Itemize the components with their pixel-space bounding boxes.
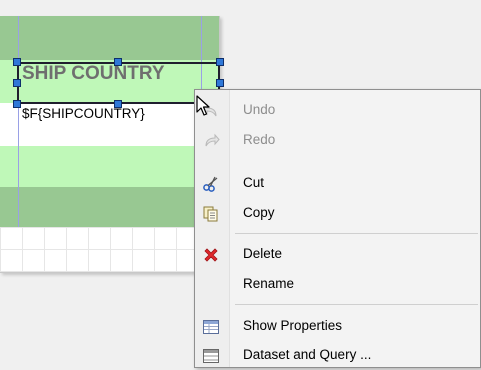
rename-label: Rename <box>243 276 295 291</box>
redo-label: Redo <box>243 132 276 147</box>
dataset-query-label: Dataset and Query ... <box>243 347 372 362</box>
title-band[interactable] <box>0 16 219 60</box>
delete-x-icon <box>202 246 220 264</box>
menu-item-dataset-query[interactable]: Dataset and Query ... <box>195 342 480 370</box>
resize-handle-middle-right[interactable] <box>216 79 224 87</box>
scissors-icon <box>202 175 220 193</box>
menu-item-copy[interactable]: Copy <box>195 200 480 228</box>
footer-band[interactable] <box>0 187 219 227</box>
resize-handle-top-middle[interactable] <box>114 58 122 66</box>
undo-label: Undo <box>243 102 276 117</box>
resize-handle-bottom-middle[interactable] <box>114 100 122 108</box>
cut-label: Cut <box>243 175 265 190</box>
menu-item-cut[interactable]: Cut <box>195 170 480 198</box>
resize-handle-top-left[interactable] <box>13 58 21 66</box>
menu-item-rename[interactable]: Rename <box>195 271 480 299</box>
resize-handle-top-right[interactable] <box>216 58 224 66</box>
resize-handle-bottom-left[interactable] <box>13 100 21 108</box>
menu-item-delete[interactable]: Delete <box>195 241 480 269</box>
ship-country-field[interactable]: $F{SHIPCOUNTRY} <box>22 106 145 121</box>
menu-separator <box>235 304 478 305</box>
left-margin-guide <box>18 16 19 227</box>
redo-icon <box>202 132 220 150</box>
dataset-icon <box>202 347 220 365</box>
context-menu: Undo Redo Cut Copy Delete Rename Show Pr… <box>194 89 481 368</box>
selection-rectangle <box>17 62 220 104</box>
menu-item-undo[interactable]: Undo <box>195 97 480 125</box>
report-page[interactable]: SHIP COUNTRY $F{SHIPCOUNTRY} <box>0 16 220 273</box>
menu-item-redo[interactable]: Redo <box>195 127 480 155</box>
empty-page-area <box>0 227 219 272</box>
menu-separator <box>235 233 478 234</box>
delete-label: Delete <box>243 246 283 261</box>
menu-item-show-properties[interactable]: Show Properties <box>195 313 480 341</box>
mouse-pointer-icon <box>196 95 210 116</box>
copy-icon <box>202 205 220 223</box>
copy-label: Copy <box>243 205 275 220</box>
properties-icon <box>202 318 220 336</box>
show-properties-label: Show Properties <box>243 318 343 333</box>
group-band[interactable] <box>0 146 219 187</box>
resize-handle-middle-left[interactable] <box>13 79 21 87</box>
